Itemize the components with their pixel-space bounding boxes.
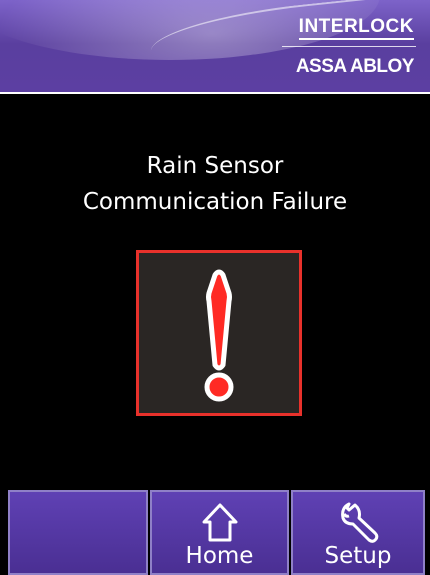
brand-underline	[298, 38, 414, 40]
alert-message-line1: Rain Sensor	[146, 153, 284, 179]
setup-button-label: Setup	[324, 543, 392, 569]
wrench-icon	[341, 502, 379, 543]
brand-top-text: INTERLOCK	[298, 16, 414, 37]
alert-box	[136, 250, 302, 416]
setup-button[interactable]: Setup	[291, 490, 425, 575]
alert-message: Rain Sensor Communication Failure	[0, 148, 430, 220]
brand-divider	[282, 46, 416, 47]
home-button[interactable]: Home	[150, 490, 289, 575]
bottom-nav-bar: Home Setup	[0, 490, 430, 575]
home-button-label: Home	[185, 543, 254, 569]
home-icon	[202, 503, 237, 542]
header: INTERLOCK ASSA ABLOY	[0, 0, 430, 94]
blank-button[interactable]	[8, 490, 148, 575]
brand-logo-interlock: INTERLOCK	[298, 16, 414, 40]
exclamation-icon	[204, 269, 234, 402]
brand-logo-assa-abloy: ASSA ABLOY	[295, 56, 415, 77]
screen: INTERLOCK ASSA ABLOY Rain Sensor Communi…	[0, 0, 430, 575]
alert-message-line2: Communication Failure	[82, 189, 348, 215]
